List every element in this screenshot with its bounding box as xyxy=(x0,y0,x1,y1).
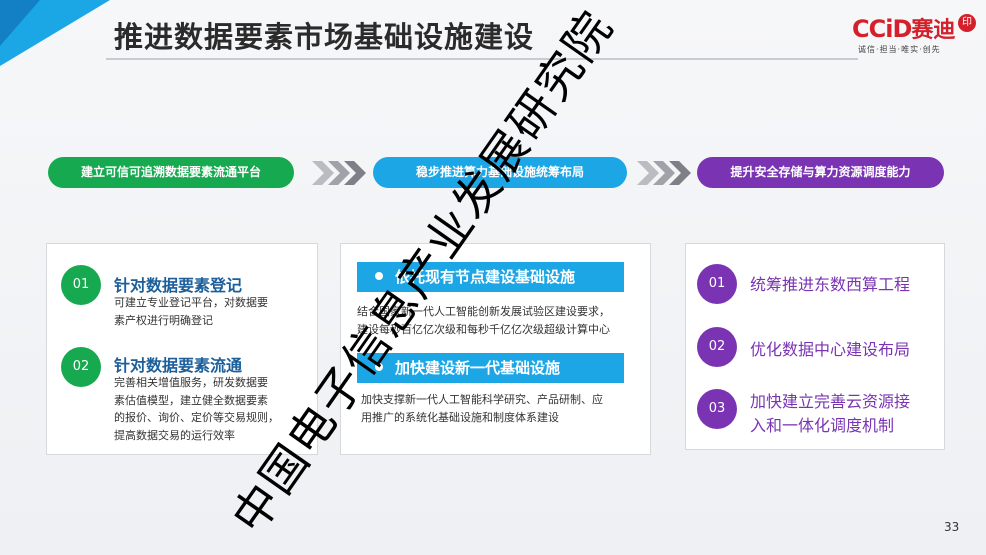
item-line: 入和一体化调度机制 xyxy=(750,416,895,435)
body-line: 素估值模型，建立健全数据要素 xyxy=(114,393,268,407)
section-title: 加快建设新一代基础设施 xyxy=(395,359,561,377)
corner-decoration-inner xyxy=(0,0,40,46)
chevron-arrows-icon xyxy=(637,161,691,185)
chevron-arrows-icon xyxy=(312,161,366,185)
logo-mark: CCiD xyxy=(852,15,912,43)
logo-name: 赛迪 xyxy=(911,18,956,43)
page-number: 33 xyxy=(944,520,960,534)
number-badge: 03 xyxy=(697,389,737,429)
item-body: 完善相关增值服务，研发数据要 素估值模型，建立健全数据要素 的报价、询价、定价等… xyxy=(114,374,279,444)
body-line: 完善相关增值服务，研发数据要 xyxy=(114,376,268,389)
item-text: 统筹推进东数西算工程 xyxy=(750,273,910,297)
logo-seal-icon: 印 xyxy=(958,14,976,32)
body-line: 可建立专业登记平台，对数据要 xyxy=(114,296,268,309)
title-divider xyxy=(106,58,858,60)
page-title: 推进数据要素市场基础设施建设 xyxy=(114,20,535,54)
item-body: 可建立专业登记平台，对数据要 素产权进行明确登记 xyxy=(114,294,268,329)
pill-storage-scheduling: 提升安全存储与算力资源调度能力 xyxy=(697,157,944,188)
pill-data-platform: 建立可信可追溯数据要素流通平台 xyxy=(48,157,294,188)
body-line: 加快支撑新一代人工智能科学研究、产品研制、应 xyxy=(361,393,603,406)
number-badge: 01 xyxy=(61,265,101,305)
item-text: 优化数据中心建设布局 xyxy=(750,338,910,362)
item-text: 加快建立完善云资源接 入和一体化调度机制 xyxy=(750,390,910,438)
body-line: 的报价、询价、定价等交易规则， xyxy=(114,411,279,424)
body-line: 提高数据交易的运行效率 xyxy=(114,428,235,442)
item-title: 针对数据要素流通 xyxy=(114,356,243,375)
item-line: 加快建立完善云资源接 xyxy=(750,392,911,411)
item-line: 统筹推进东数西算工程 xyxy=(750,275,911,294)
item-line: 优化数据中心建设布局 xyxy=(750,340,911,359)
number-badge: 02 xyxy=(61,347,101,387)
body-line: 用推广的系统化基础设施和制度体系建设 xyxy=(361,410,559,424)
number-badge: 01 xyxy=(697,264,737,304)
body-line: 素产权进行明确登记 xyxy=(114,313,213,327)
section-body: 加快支撑新一代人工智能科学研究、产品研制、应 用推广的系统化基础设施和制度体系建… xyxy=(361,391,603,426)
ccid-logo: CCiD赛迪 印 诚信·担当·唯实·创先 xyxy=(852,12,976,60)
logo-slogan: 诚信·担当·唯实·创先 xyxy=(858,45,941,54)
item-title: 针对数据要素登记 xyxy=(114,276,243,295)
number-badge: 02 xyxy=(697,327,737,367)
